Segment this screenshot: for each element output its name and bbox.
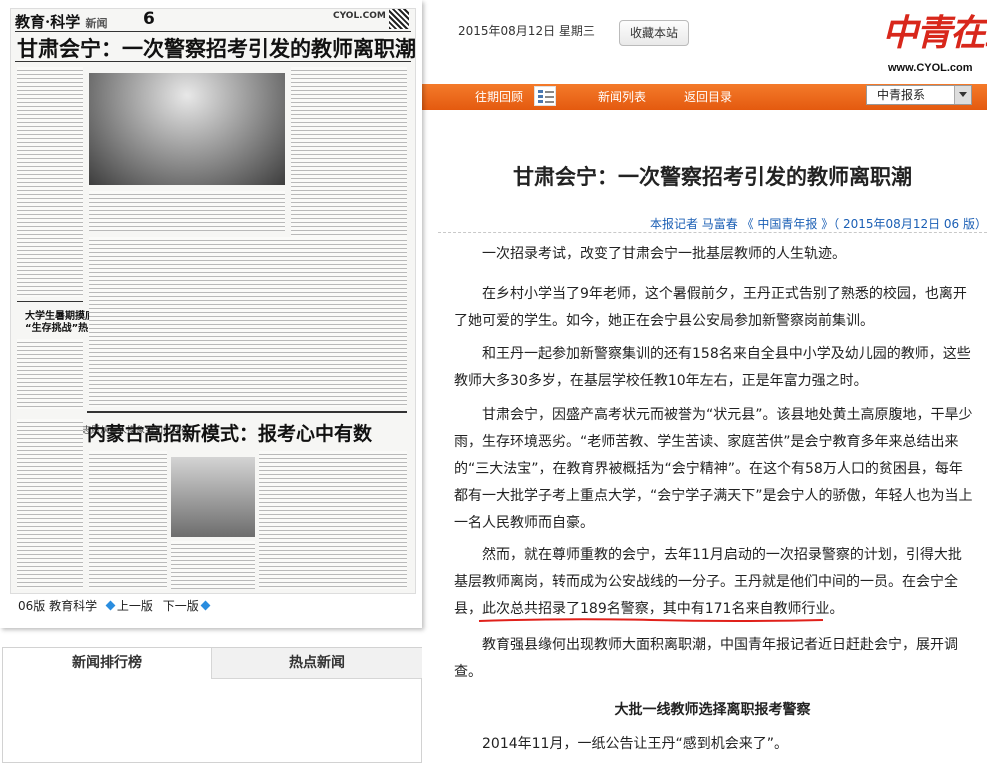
page-pagination: 06版 教育科学 上一版 下一版	[18, 597, 212, 614]
cyol-logo[interactable]: 中青在线 www.CYOL.com	[878, 2, 987, 74]
graduation-photo	[89, 73, 285, 185]
page-banner: 教育·科学 新闻	[15, 13, 108, 31]
logo-url: www.CYOL.com	[888, 62, 973, 74]
nav-news-list[interactable]: 新闻列表	[598, 88, 646, 105]
newspaper-page-panel: 教育·科学 新闻 6 CYOL.COM 甘肃会宁：一次警察招考引发的教师离职潮 …	[0, 0, 422, 628]
highlight-underline	[478, 618, 824, 622]
chevron-down-icon[interactable]	[954, 86, 971, 104]
current-date: 2015年08月12日 星期三	[458, 24, 595, 38]
page-number: 6	[143, 9, 155, 29]
logo-mark: 中青在线	[882, 12, 987, 54]
next-page-link[interactable]: 下一版	[163, 599, 199, 613]
article-paragraph: 教育强县缘何出现教师大面积离职潮，中国青年报记者近日赶赴会宁，展开调查。	[454, 637, 958, 680]
article-paragraph: 在乡村小学当了9年老师，这个暑假前夕，王丹正式告别了熟悉的校园，也离开了她可爱的…	[454, 286, 967, 329]
article-paragraph: 然而，就在尊师重教的会宁，去年11月启动的一次招录警察的计划，引得大批基层教师离…	[454, 547, 962, 617]
paper-select-value: 中青报系	[877, 88, 926, 102]
article-paragraph: 一次招录考试，改变了甘肃会宁一批基层教师的人生轨迹。	[482, 246, 846, 262]
article-paragraph: 甘肃会宁，因盛产高考状元而被誉为“状元县”。该县地处黄土高原腹地，干旱少雨，生存…	[454, 407, 973, 531]
page-site: CYOL.COM	[333, 11, 386, 21]
tab-hot-news[interactable]: 热点新闻	[211, 648, 422, 678]
page-grid-icon[interactable]	[534, 86, 556, 106]
diamond-icon	[105, 600, 116, 611]
article-paragraph: 2014年11月，一纸公告让王丹“感到机会来了”。	[482, 736, 788, 752]
side-article-title: 大学生暑期摸底 “生存挑战”热	[25, 311, 95, 334]
newspaper-page-image[interactable]: 教育·科学 新闻 6 CYOL.COM 甘肃会宁：一次警察招考引发的教师离职潮 …	[10, 8, 416, 594]
page-photo-2	[171, 457, 255, 537]
bookmark-site-button[interactable]: 收藏本站	[619, 20, 689, 46]
prev-page-link[interactable]: 上一版	[117, 599, 153, 613]
article-title: 甘肃会宁：一次警察招考引发的教师离职潮	[513, 165, 912, 189]
nav-past-issues[interactable]: 往期回顾	[475, 88, 523, 105]
article-content: 甘肃会宁：一次警察招考引发的教师离职潮 本报记者 马富春 《 中国青年报 》（ …	[438, 112, 987, 761]
page-headline: 甘肃会宁：一次警察招考引发的教师离职潮	[17, 36, 416, 61]
article-byline: 本报记者 马富春 《 中国青年报 》（ 2015年08月12日 06 版）	[649, 217, 987, 231]
article-paragraph: 和王丹一起参加新警察集训的还有158名来自全县中小学及幼儿园的教师，这些教师大多…	[454, 346, 971, 389]
paper-select[interactable]: 中青报系	[866, 85, 972, 105]
current-section: 06版 教育科学	[18, 599, 98, 613]
news-tabs-panel: 新闻排行榜 热点新闻	[2, 647, 422, 763]
article-subheading: 大批一线教师选择离职报考警察	[614, 702, 811, 718]
diamond-icon	[200, 600, 211, 611]
page-headline-2: 内蒙古高招新模式：报考心中有数	[87, 423, 373, 445]
tab-news-ranking[interactable]: 新闻排行榜	[3, 648, 211, 678]
nav-back-to-contents[interactable]: 返回目录	[684, 88, 732, 105]
qr-code-icon	[389, 9, 409, 29]
